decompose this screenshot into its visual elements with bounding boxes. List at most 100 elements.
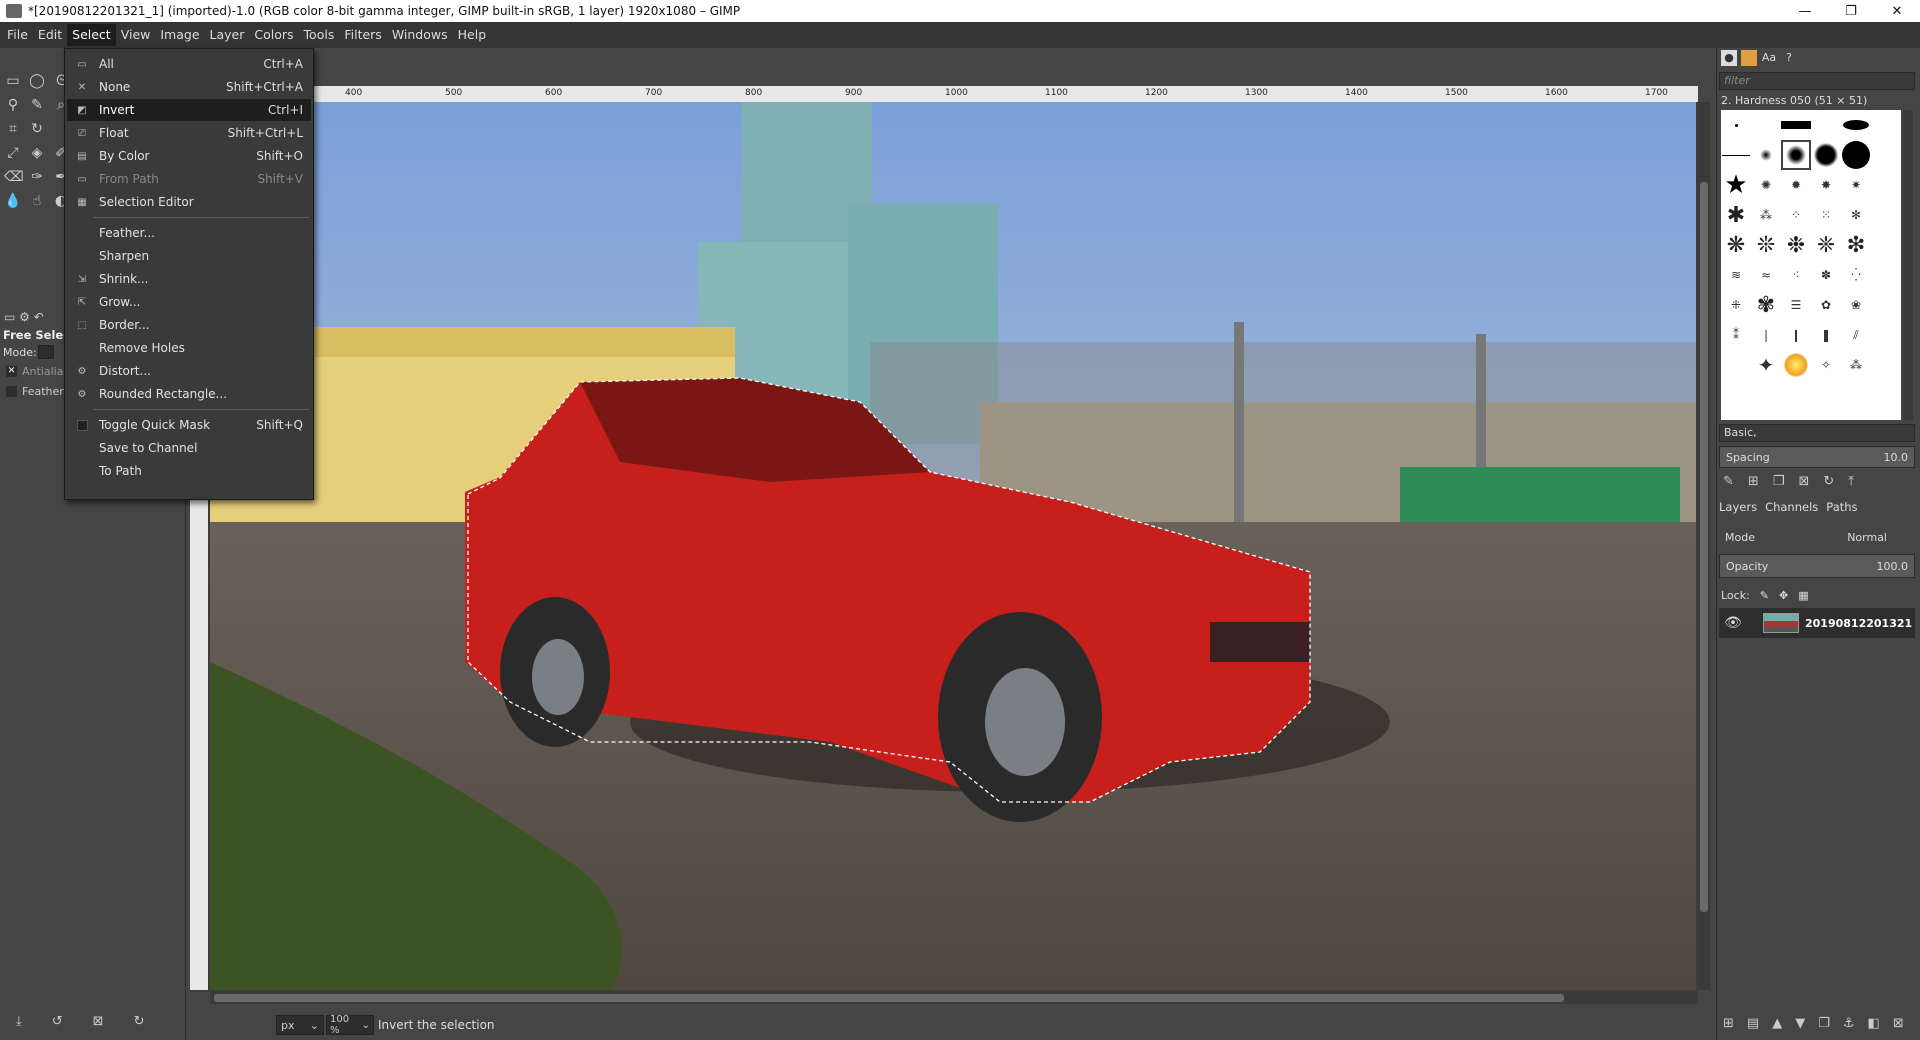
brush-item[interactable]: ≈: [1751, 260, 1781, 290]
menu-item-grow[interactable]: ⇱ Grow...: [67, 291, 311, 313]
menu-select[interactable]: Select: [67, 24, 116, 46]
new-brush-icon[interactable]: ⊞: [1748, 474, 1759, 492]
menu-help[interactable]: Help: [453, 24, 492, 46]
reset-options-icon[interactable]: ↻: [134, 1014, 145, 1029]
visibility-eye-icon[interactable]: 👁: [1719, 615, 1747, 631]
spacing-slider[interactable]: Spacing 10.0: [1719, 446, 1915, 468]
edit-brush-icon[interactable]: ✎: [1723, 474, 1734, 492]
brush-item-selected[interactable]: [1781, 140, 1811, 170]
layer-row[interactable]: 👁 20190812201321: [1719, 608, 1915, 638]
brush-item[interactable]: ⁙: [1811, 200, 1841, 230]
layer-mode-dropdown[interactable]: Normal: [1847, 531, 1887, 544]
menu-item-invert[interactable]: ◩ Invert Ctrl+I: [67, 99, 311, 121]
refresh-brushes-icon[interactable]: ↻: [1823, 474, 1834, 492]
minimize-button[interactable]: —: [1782, 0, 1828, 22]
menu-edit[interactable]: Edit: [33, 24, 67, 46]
new-layer-icon[interactable]: ⊞: [1723, 1016, 1734, 1031]
tool-options-tabs[interactable]: ▭ ⚙ ↶: [4, 310, 44, 324]
menu-tools[interactable]: Tools: [299, 24, 340, 46]
brushes-tab-icon[interactable]: ●: [1721, 50, 1737, 66]
save-options-icon[interactable]: ⤓: [16, 1014, 22, 1029]
fuzzy-select-tool-icon[interactable]: ⚲: [4, 96, 22, 114]
smudge-tool-icon[interactable]: ☝: [28, 192, 46, 210]
restore-options-icon[interactable]: ↺: [52, 1014, 63, 1029]
image-canvas[interactable]: [210, 102, 1696, 990]
menu-windows[interactable]: Windows: [387, 24, 453, 46]
brush-item[interactable]: ⁂: [1841, 350, 1871, 380]
unit-dropdown[interactable]: px ⌄: [276, 1015, 324, 1035]
brush-preset-dropdown[interactable]: Basic,: [1719, 424, 1915, 442]
layer-mask-icon[interactable]: ◧: [1868, 1016, 1880, 1031]
horizontal-scrollbar[interactable]: [210, 992, 1698, 1004]
open-brush-icon[interactable]: ⤒: [1848, 474, 1854, 492]
menu-view[interactable]: View: [116, 24, 156, 46]
delete-layer-icon[interactable]: ⊠: [1893, 1016, 1904, 1031]
feather-checkbox[interactable]: [6, 386, 17, 397]
brush-item[interactable]: ✱: [1721, 200, 1751, 230]
menu-item-none[interactable]: ✕ None Shift+Ctrl+A: [67, 76, 311, 98]
brush-item[interactable]: ✺: [1751, 170, 1781, 200]
brush-item[interactable]: ⁜: [1721, 290, 1751, 320]
transform-tool-icon[interactable]: ⤢: [4, 144, 22, 162]
menu-item-feather[interactable]: Feather...: [67, 222, 311, 244]
brush-item[interactable]: ✻: [1841, 200, 1871, 230]
brush-item[interactable]: ✷: [1841, 170, 1871, 200]
tab-paths[interactable]: Paths: [1826, 500, 1857, 520]
eraser-tool-icon[interactable]: ⌫: [4, 168, 24, 186]
menu-item-shrink[interactable]: ⇲ Shrink...: [67, 268, 311, 290]
lower-layer-icon[interactable]: ▼: [1795, 1016, 1805, 1031]
patterns-tab-icon[interactable]: [1741, 50, 1757, 66]
mode-replace-button[interactable]: [38, 345, 54, 359]
brush-item[interactable]: [1721, 140, 1751, 170]
raise-layer-icon[interactable]: ▲: [1772, 1016, 1782, 1031]
brush-item[interactable]: ✹: [1781, 170, 1811, 200]
menu-layer[interactable]: Layer: [205, 24, 250, 46]
lock-position-icon[interactable]: ✥: [1779, 589, 1788, 602]
rotate-tool-icon[interactable]: ↻: [28, 120, 46, 138]
brush-item[interactable]: [1721, 110, 1751, 140]
ellipse-select-tool-icon[interactable]: ◯: [28, 72, 46, 90]
brush-item[interactable]: [1751, 140, 1781, 170]
duplicate-layer-icon[interactable]: ❐: [1818, 1016, 1830, 1031]
brush-item[interactable]: ✽: [1811, 260, 1841, 290]
brush-item[interactable]: ☰: [1781, 290, 1811, 320]
menu-item-toggle-quick-mask[interactable]: Toggle Quick Mask Shift+Q: [67, 414, 311, 436]
lock-alpha-icon[interactable]: ▦: [1798, 589, 1808, 602]
maximize-button[interactable]: ❐: [1828, 0, 1874, 22]
anchor-layer-icon[interactable]: ⚓: [1843, 1016, 1855, 1031]
fonts-tab-icon[interactable]: Aa: [1761, 50, 1777, 66]
menu-item-all[interactable]: ▭ All Ctrl+A: [67, 53, 311, 75]
menu-item-distort[interactable]: ⚙ Distort...: [67, 360, 311, 382]
delete-options-icon[interactable]: ⊠: [93, 1014, 104, 1029]
brush-item[interactable]: ❇: [1841, 230, 1871, 260]
brush-item[interactable]: ⁖: [1781, 260, 1811, 290]
brush-item[interactable]: ⁛: [1841, 260, 1871, 290]
new-layer-group-icon[interactable]: ▤: [1747, 1016, 1759, 1031]
brush-item[interactable]: ✿: [1811, 290, 1841, 320]
brush-item[interactable]: ✦: [1751, 350, 1781, 380]
opacity-slider[interactable]: Opacity 100.0: [1719, 554, 1915, 578]
menu-item-save-to-channel[interactable]: Save to Channel: [67, 437, 311, 459]
brush-item[interactable]: [1811, 140, 1841, 170]
brush-grid-scrollbar[interactable]: [1903, 110, 1913, 420]
tab-channels[interactable]: Channels: [1765, 500, 1818, 520]
menu-item-float[interactable]: ⎚ Float Shift+Ctrl+L: [67, 122, 311, 144]
lock-pixels-icon[interactable]: ✎: [1760, 589, 1769, 602]
brush-item[interactable]: ❈: [1811, 230, 1841, 260]
menu-item-by-color[interactable]: ▤ By Color Shift+O: [67, 145, 311, 167]
tab-layers[interactable]: Layers: [1719, 500, 1757, 520]
delete-brush-icon[interactable]: ⊠: [1798, 474, 1809, 492]
menu-item-selection-editor[interactable]: ▦ Selection Editor: [67, 191, 311, 213]
horizontal-scroll-thumb[interactable]: [214, 994, 1564, 1002]
menu-file[interactable]: File: [2, 24, 33, 46]
vertical-scroll-thumb[interactable]: [1700, 182, 1708, 912]
brush-item[interactable]: [1841, 110, 1871, 140]
brush-grid[interactable]: ★ ✺ ✹ ✸ ✷ ✱ ⁂ ⁘ ⁙ ✻ ❋ ❊ ❉ ❈ ❇ ≋ ≈ ⁖ ✽ ⁛ …: [1721, 110, 1901, 420]
brush-item[interactable]: [1841, 140, 1871, 170]
brush-item[interactable]: [1781, 350, 1811, 380]
menu-colors[interactable]: Colors: [249, 24, 298, 46]
brush-item[interactable]: ★: [1721, 170, 1751, 200]
bucket-fill-tool-icon[interactable]: ◈: [28, 144, 46, 162]
zoom-dropdown[interactable]: 100 % ⌄: [326, 1014, 374, 1036]
brush-item[interactable]: ✾: [1751, 290, 1781, 320]
